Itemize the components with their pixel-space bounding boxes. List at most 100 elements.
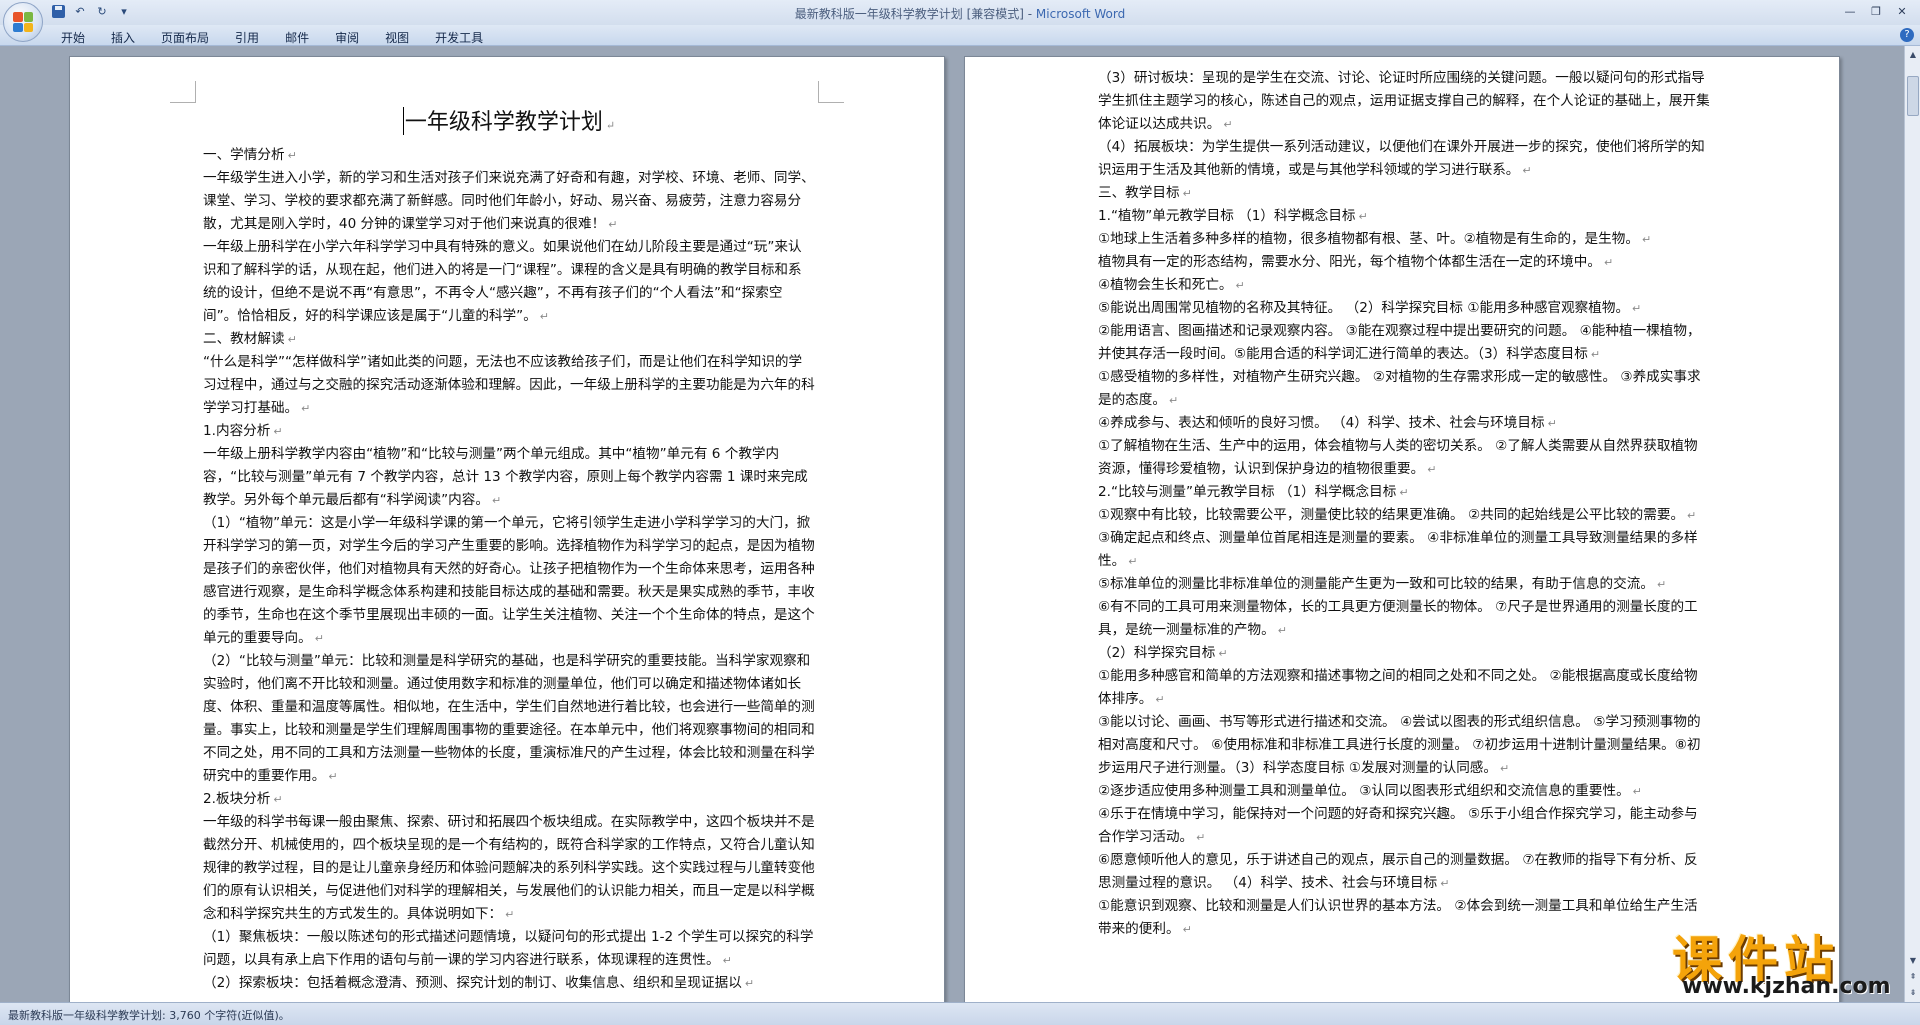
next-page-button[interactable]: ⇟ bbox=[1906, 986, 1920, 1000]
document-paragraph[interactable]: 2.“比较与测量”单元教学目标 （1）科学概念目标 ↵ bbox=[1098, 481, 1710, 504]
document-paragraph[interactable]: 一年级上册科学在小学六年科学学习中具有特殊的意义。如果说他们在幼儿阶段主要是通过… bbox=[203, 236, 815, 328]
document-paragraph[interactable]: 三、教学目标 ↵ bbox=[1098, 182, 1710, 205]
document-paragraph[interactable]: （4）拓展板块：为学生提供一系列活动建议，以便他们在课外开展进一步的探究，使他们… bbox=[1098, 136, 1710, 182]
document-paragraph[interactable]: 一年级上册科学教学内容由“植物”和“比较与测量”两个单元组成。其中“植物”单元有… bbox=[203, 443, 815, 512]
document-paragraph[interactable]: ①地球上生活着多种多样的植物，很多植物都有根、茎、叶。②植物是有生命的，是生物。… bbox=[1098, 228, 1710, 251]
document-paragraph[interactable]: ⑥有不同的工具可用来测量物体，长的工具更方便测量长的物体。 ⑦尺子是世界通用的测… bbox=[1098, 596, 1710, 642]
paragraph-mark: ↵ bbox=[1499, 762, 1510, 775]
document-heading[interactable]: 一年级科学教学计划 ↵ bbox=[203, 105, 815, 144]
scroll-up-button[interactable]: ▲ bbox=[1906, 48, 1920, 62]
tab-mailings[interactable]: 邮件 bbox=[272, 27, 322, 45]
document-area[interactable]: 一年级科学教学计划 ↵ 一、学情分析 ↵ 一年级学生进入小学，新的学习和生活对孩子们来… bbox=[0, 46, 1904, 1002]
document-paragraph[interactable]: ⑤标准单位的测量比非标准单位的测量能产生更为一致和可比较的结果，有助于信息的交流… bbox=[1098, 573, 1710, 596]
close-button[interactable]: ✕ bbox=[1890, 2, 1914, 20]
maximize-button[interactable]: ❐ bbox=[1864, 2, 1888, 20]
status-word-count[interactable]: 最新教科版一年级科学教学计划: 3,760 个字符(近似值)。 bbox=[8, 1007, 290, 1023]
prev-page-button[interactable]: ⇞ bbox=[1906, 970, 1920, 984]
office-button[interactable] bbox=[3, 2, 43, 42]
window-title: 最新教科版一年级科学教学计划 [兼容模式] - Microsoft Word bbox=[0, 5, 1920, 22]
paragraph-mark: ↵ bbox=[539, 310, 550, 323]
document-paragraph[interactable]: ①感受植物的多样性，对植物产生研究兴趣。 ②对植物的生存需求形成一定的敏感性。 … bbox=[1098, 366, 1710, 412]
document-paragraph[interactable]: ①观察中有比较，比较需要公平，测量使比较的结果更准确。 ②共同的起始线是公平比较… bbox=[1098, 504, 1710, 527]
paragraph-text: 1.内容分析 bbox=[203, 423, 271, 439]
document-paragraph[interactable]: ③能以讨论、画画、书写等形式进行描述和交流。 ④尝试以图表的形式组织信息。 ⑤学… bbox=[1098, 711, 1710, 780]
document-paragraph[interactable]: （1）聚焦板块：一般以陈述句的形式描述问题情境，以疑问句的形式提出 1-2 个学… bbox=[203, 926, 815, 972]
paragraph-text: 三、教学目标 bbox=[1098, 185, 1180, 201]
arrow-up-icon: ▲ bbox=[1909, 50, 1917, 59]
paragraph-mark: ↵ bbox=[1547, 417, 1557, 430]
paragraph-text: （3）研讨板块：呈现的是学生在交流、讨论、论证时所应围绕的关键问题。一般以疑问句… bbox=[1098, 70, 1710, 132]
paragraph-mark: ↵ bbox=[1235, 279, 1245, 292]
document-paragraph[interactable]: 1.“植物”单元教学目标 （1）科学概念目标 ↵ bbox=[1098, 205, 1710, 228]
document-paragraph[interactable]: （2）“比较与测量”单元：比较和测量是科学研究的基础，也是科学研究的重要技能。当… bbox=[203, 650, 815, 788]
paragraph-mark: ↵ bbox=[1358, 210, 1368, 223]
paragraph-mark: ↵ bbox=[287, 149, 297, 162]
tab-page-layout[interactable]: 页面布局 bbox=[148, 27, 222, 45]
scrollbar-thumb[interactable] bbox=[1907, 76, 1919, 116]
paragraph-text: ①观察中有比较，比较需要公平，测量使比较的结果更准确。 ②共同的起始线是公平比较… bbox=[1098, 507, 1685, 523]
document-paragraph[interactable]: 一年级的科学书每课一般由聚焦、探索、研讨和拓展四个板块组成。在实际教学中，这四个… bbox=[203, 811, 815, 926]
page-right[interactable]: （3）研讨板块：呈现的是学生在交流、讨论、论证时所应围绕的关键问题。一般以疑问句… bbox=[964, 56, 1840, 1002]
restore-icon: ❐ bbox=[1871, 4, 1881, 18]
document-title-text: 最新教科版一年级科学教学计划 [兼容模式] - bbox=[794, 7, 1036, 21]
paragraph-text: 二、教材解读 bbox=[203, 331, 285, 347]
paragraph-text: “什么是科学”“怎样做科学”诸如此类的问题，无法也不应该教给孩子们，而是让他们在… bbox=[203, 354, 815, 416]
document-paragraph[interactable]: 1.内容分析 ↵ bbox=[203, 420, 815, 443]
document-paragraph[interactable]: ④植物会生长和死亡。 ↵ bbox=[1098, 274, 1710, 297]
left-page-body[interactable]: 一年级科学教学计划 ↵ 一、学情分析 ↵ 一年级学生进入小学，新的学习和生活对孩子们来… bbox=[203, 105, 815, 995]
document-paragraph[interactable]: 二、教材解读 ↵ bbox=[203, 328, 815, 351]
paragraph-mark: ↵ bbox=[328, 770, 338, 783]
tab-developer[interactable]: 开发工具 bbox=[422, 27, 496, 45]
tab-home[interactable]: 开始 bbox=[48, 27, 98, 45]
document-paragraph[interactable]: （1）“植物”单元：这是小学一年级科学课的第一个单元，它将引领学生走进小学科学学… bbox=[203, 512, 815, 650]
tab-review[interactable]: 审阅 bbox=[322, 27, 372, 45]
paragraph-text: 2.板块分析 bbox=[203, 791, 271, 807]
minimize-button[interactable]: — bbox=[1838, 2, 1862, 20]
document-paragraph[interactable]: ②逐步适应使用多种测量工具和测量单位。 ③认同以图表形式组织和交流信息的重要性。… bbox=[1098, 780, 1710, 803]
page-left[interactable]: 一年级科学教学计划 ↵ 一、学情分析 ↵ 一年级学生进入小学，新的学习和生活对孩子们来… bbox=[69, 56, 945, 1002]
paragraph-mark: ↵ bbox=[744, 977, 755, 990]
document-paragraph[interactable]: 一年级学生进入小学，新的学习和生活对孩子们来说充满了好奇和有趣，对学校、环境、老… bbox=[203, 167, 815, 236]
paragraph-mark: ↵ bbox=[1632, 302, 1642, 315]
paragraph-mark: ↵ bbox=[1155, 693, 1165, 706]
document-paragraph[interactable]: “什么是科学”“怎样做科学”诸如此类的问题，无法也不应该教给孩子们，而是让他们在… bbox=[203, 351, 815, 420]
paragraph-text: （1）聚焦板块：一般以陈述句的形式描述问题情境，以疑问句的形式提出 1-2 个学… bbox=[203, 929, 814, 968]
document-paragraph[interactable]: 一、学情分析 ↵ bbox=[203, 144, 815, 167]
document-paragraph[interactable]: ②能用语言、图画描述和记录观察内容。 ③能在观察过程中提出要研究的问题。 ④能种… bbox=[1098, 320, 1710, 366]
document-paragraph[interactable]: ①能用多种感官和简单的方法观察和描述事物之间的相同之处和不同之处。 ②能根据高度… bbox=[1098, 665, 1710, 711]
close-icon: ✕ bbox=[1897, 4, 1907, 18]
paragraph-mark: ↵ bbox=[314, 632, 324, 645]
crop-mark bbox=[818, 81, 844, 103]
document-paragraph[interactable]: ④乐于在情境中学习，能保持对一个问题的好奇和探究兴趣。 ⑤乐于小组合作探究学习，… bbox=[1098, 803, 1710, 849]
document-paragraph[interactable]: ⑤能说出周围常见植物的名称及其特征。 （2）科学探究目标 ①能用多种感官观察植物… bbox=[1098, 297, 1710, 320]
vertical-scrollbar[interactable]: ▲ ▼ ⇞ ⇟ bbox=[1904, 46, 1920, 1002]
document-paragraph[interactable]: （2）科学探究目标 ↵ bbox=[1098, 642, 1710, 665]
office-logo-icon bbox=[13, 12, 33, 32]
document-paragraph[interactable]: 植物具有一定的形态结构，需要水分、阳光，每个植物个体都生活在一定的环境中。 ↵ bbox=[1098, 251, 1710, 274]
tab-view[interactable]: 视图 bbox=[372, 27, 422, 45]
app-name: Microsoft Word bbox=[1035, 7, 1126, 21]
right-page-body[interactable]: （3）研讨板块：呈现的是学生在交流、讨论、论证时所应围绕的关键问题。一般以疑问句… bbox=[1098, 67, 1710, 941]
paragraph-text: ④植物会生长和死亡。 bbox=[1098, 277, 1233, 293]
paragraph-text: 一年级学生进入小学，新的学习和生活对孩子们来说充满了好奇和有趣，对学校、环境、老… bbox=[203, 170, 815, 232]
document-heading-text: 一年级科学教学计划 bbox=[404, 110, 603, 135]
tab-insert[interactable]: 插入 bbox=[98, 27, 148, 45]
document-paragraph[interactable]: ③确定起点和终点、测量单位首尾相连是测量的要素。 ④非标准单位的测量工具导致测量… bbox=[1098, 527, 1710, 573]
document-paragraph[interactable]: ①能意识到观察、比较和测量是人们认识世界的基本方法。 ②体会到统一测量工具和单位… bbox=[1098, 895, 1710, 941]
tab-references[interactable]: 引用 bbox=[222, 27, 272, 45]
paragraph-mark: ↵ bbox=[605, 119, 616, 132]
document-paragraph[interactable]: 2.板块分析 ↵ bbox=[203, 788, 815, 811]
document-paragraph[interactable]: ④养成参与、表达和倾听的良好习惯。 （4）科学、技术、社会与环境目标 ↵ bbox=[1098, 412, 1710, 435]
scroll-down-button[interactable]: ▼ bbox=[1906, 954, 1920, 968]
paragraph-mark: ↵ bbox=[1522, 164, 1532, 177]
paragraph-text: ②逐步适应使用多种测量工具和测量单位。 ③认同以图表形式组织和交流信息的重要性。 bbox=[1098, 783, 1630, 799]
document-paragraph[interactable]: （2）探索板块：包括着概念澄清、预测、探究计划的制订、收集信息、组织和呈现证据以… bbox=[203, 972, 815, 995]
document-paragraph[interactable]: （3）研讨板块：呈现的是学生在交流、讨论、论证时所应围绕的关键问题。一般以疑问句… bbox=[1098, 67, 1710, 136]
document-paragraph[interactable]: ⑥愿意倾听他人的意见，乐于讲述自己的观点，展示自己的测量数据。 ⑦在教师的指导下… bbox=[1098, 849, 1710, 895]
paragraph-mark: ↵ bbox=[1427, 463, 1437, 476]
help-icon[interactable]: ? bbox=[1900, 28, 1914, 42]
document-paragraph[interactable]: ①了解植物在生活、生产中的运用，体会植物与人类的密切关系。 ②了解人类需要从自然… bbox=[1098, 435, 1710, 481]
paragraph-text: 1.“植物”单元教学目标 （1）科学概念目标 bbox=[1098, 208, 1356, 224]
paragraph-mark: ↵ bbox=[1218, 647, 1228, 660]
paragraph-mark: ↵ bbox=[1603, 256, 1614, 269]
